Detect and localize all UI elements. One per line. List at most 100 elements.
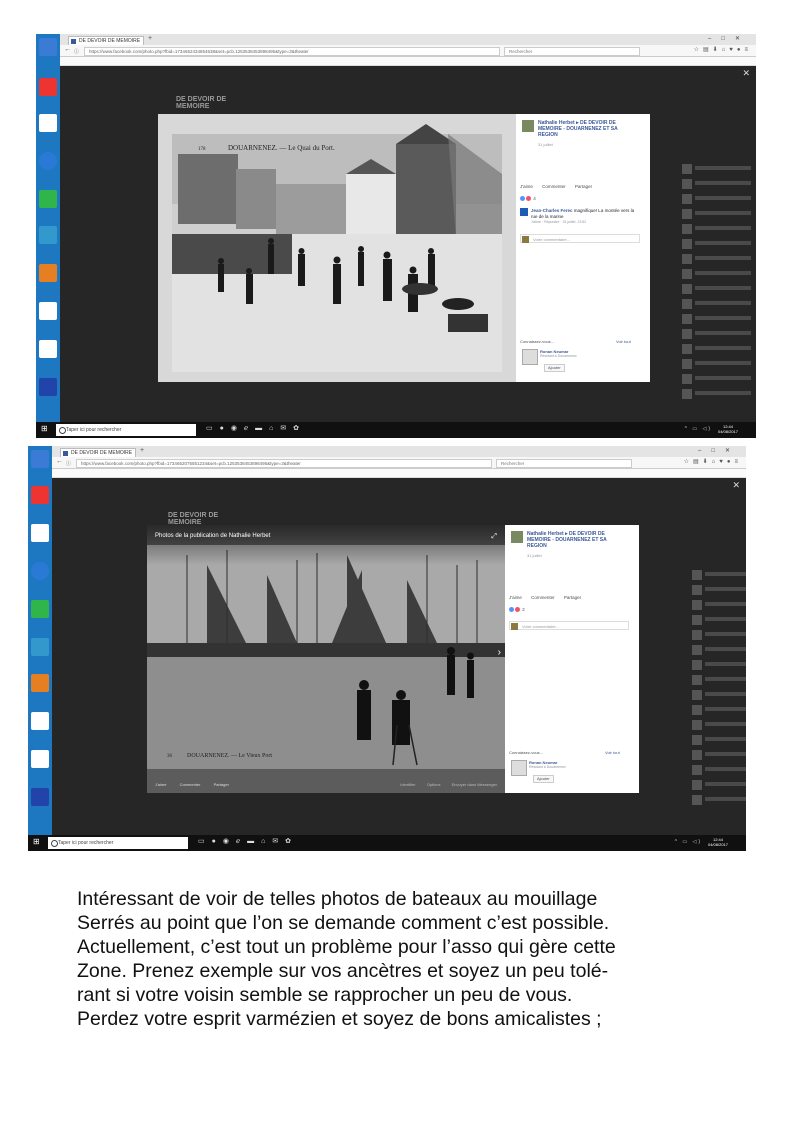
browser-tab[interactable]: DE DEVOIR DE MEMOIRE xyxy=(68,36,144,45)
system-tray[interactable]: ^ ▭ ◁) xyxy=(685,426,712,432)
comment-button[interactable]: Commenter xyxy=(542,184,566,189)
avatar[interactable] xyxy=(511,760,527,776)
chat-contact[interactable] xyxy=(692,568,746,582)
desktop-app-icon[interactable] xyxy=(39,38,57,56)
chat-contact[interactable] xyxy=(682,357,752,371)
post-date[interactable]: 31 juillet xyxy=(527,553,542,558)
chat-contact[interactable] xyxy=(692,688,746,702)
options-button[interactable]: Options xyxy=(427,782,441,787)
comment-button[interactable]: Commenter xyxy=(531,595,555,600)
desktop-app-icon[interactable] xyxy=(31,486,49,504)
chat-contact[interactable] xyxy=(692,613,746,627)
taskbar-search-input[interactable]: Taper ici pour rechercher xyxy=(48,837,188,849)
comment-input[interactable]: Votre commentaire... xyxy=(520,234,640,243)
expand-icon[interactable]: ⤢ xyxy=(491,533,497,541)
chat-contact[interactable] xyxy=(692,763,746,777)
chat-contact[interactable] xyxy=(682,222,752,236)
info-icon[interactable]: ⓘ xyxy=(74,48,79,55)
share-button[interactable]: Partager xyxy=(575,184,592,189)
windows-start-icon[interactable]: ⊞ xyxy=(41,425,49,433)
clock[interactable]: 12:44 04/08/2017 xyxy=(718,424,738,434)
desktop-app-icon[interactable] xyxy=(39,226,57,244)
photo-vieux-port[interactable]: DOUARNENEZ. — Le Vieux Port 36 Photos de… xyxy=(147,525,505,793)
taskbar-app-icons[interactable]: ▭●◉ℯ▬⌂✉✿ xyxy=(198,837,298,845)
desktop-app-icon[interactable] xyxy=(31,788,49,806)
window-controls[interactable]: ‒□✕ xyxy=(708,35,750,42)
avatar[interactable] xyxy=(511,531,523,543)
help-icon[interactable] xyxy=(31,562,49,580)
chat-contact[interactable] xyxy=(682,327,752,341)
like-button[interactable]: J'aime xyxy=(509,595,522,600)
chat-contact[interactable] xyxy=(682,177,752,191)
toolbar-icons[interactable]: ☆▤⬇⌂♥●≡ xyxy=(684,458,742,465)
see-all-link[interactable]: Voir tout xyxy=(605,750,620,755)
avatar[interactable] xyxy=(520,208,528,216)
url-input[interactable]: https://www.facebook.com/photo.php?fbid=… xyxy=(84,47,500,56)
chat-contact[interactable] xyxy=(682,252,752,266)
desktop-app-icon[interactable] xyxy=(39,78,57,96)
add-friend-button[interactable]: Ajouter xyxy=(533,775,554,783)
chat-contact[interactable] xyxy=(682,267,752,281)
like-button[interactable]: J'aime xyxy=(520,184,533,189)
url-input[interactable]: https://www.facebook.com/photo.php?fbid=… xyxy=(76,459,492,468)
new-tab-button[interactable]: + xyxy=(148,35,152,42)
next-arrow-icon[interactable]: › xyxy=(498,647,501,658)
photo-share-button[interactable]: Partager xyxy=(214,782,229,787)
help-icon[interactable] xyxy=(39,152,57,170)
desktop-app-icon[interactable] xyxy=(39,378,57,396)
taskbar-search-input[interactable]: Taper ici pour rechercher xyxy=(56,424,196,436)
share-button[interactable]: Partager xyxy=(564,595,581,600)
chat-contact[interactable] xyxy=(682,282,752,296)
chat-contact[interactable] xyxy=(692,658,746,672)
chat-contact[interactable] xyxy=(682,342,752,356)
back-icon[interactable]: ← xyxy=(64,46,71,53)
comment-meta[interactable]: J'aime · Répondre · 31 juillet, 13:52 xyxy=(531,220,641,226)
post-date[interactable]: 31 juillet xyxy=(538,142,553,147)
chat-contact[interactable] xyxy=(692,778,746,792)
desktop-app-icon[interactable] xyxy=(31,450,49,468)
avatar[interactable] xyxy=(522,349,538,365)
browser-tab[interactable]: DE DEVOIR DE MEMOIRE xyxy=(60,448,136,457)
chat-contact[interactable] xyxy=(692,583,746,597)
taskbar-app-icons[interactable]: ▭●◉ℯ▬⌂✉✿ xyxy=(206,424,306,432)
chat-contact[interactable] xyxy=(692,628,746,642)
chat-contact[interactable] xyxy=(692,733,746,747)
desktop-app-icon[interactable] xyxy=(31,638,49,656)
close-icon[interactable]: ✕ xyxy=(732,480,740,491)
chat-contact[interactable] xyxy=(692,718,746,732)
chat-contact[interactable] xyxy=(682,237,752,251)
send-messenger-button[interactable]: Envoyer dans Messenger xyxy=(452,782,497,787)
close-icon[interactable]: ✕ xyxy=(742,68,750,79)
comment-author[interactable]: Jean-Charles Ferec xyxy=(531,208,573,213)
chat-contact[interactable] xyxy=(692,598,746,612)
desktop-app-icon[interactable] xyxy=(31,674,49,692)
new-tab-button[interactable]: + xyxy=(140,447,144,454)
search-input[interactable]: Rechercher xyxy=(496,459,632,468)
chat-contact[interactable] xyxy=(682,297,752,311)
chat-contact[interactable] xyxy=(692,793,746,807)
desktop-app-icon[interactable] xyxy=(39,264,57,282)
clock[interactable]: 12:44 04/08/2017 xyxy=(708,837,728,847)
document-icon[interactable] xyxy=(31,524,49,542)
comment-input[interactable]: Votre commentaire... xyxy=(509,621,629,630)
chat-contact[interactable] xyxy=(692,748,746,762)
windows-start-icon[interactable]: ⊞ xyxy=(33,838,41,846)
photo-like-button[interactable]: J'aime xyxy=(155,782,166,787)
drawing-icon[interactable] xyxy=(39,302,57,320)
chat-contact[interactable] xyxy=(682,372,752,386)
chat-contact[interactable] xyxy=(692,643,746,657)
chat-contact[interactable] xyxy=(682,387,752,401)
chat-contact[interactable] xyxy=(692,673,746,687)
chat-contact[interactable] xyxy=(682,162,752,176)
tag-button[interactable]: Identifier xyxy=(400,782,415,787)
drawing-icon[interactable] xyxy=(31,712,49,730)
shield-icon[interactable] xyxy=(31,600,49,618)
back-icon[interactable]: ← xyxy=(56,458,63,465)
add-friend-button[interactable]: Ajouter xyxy=(544,364,565,372)
toolbar-icons[interactable]: ☆▤⬇⌂♥●≡ xyxy=(694,46,752,53)
window-controls[interactable]: ‒□✕ xyxy=(698,447,740,454)
chat-contact[interactable] xyxy=(682,312,752,326)
chat-contact[interactable] xyxy=(692,703,746,717)
reactions[interactable]: 2 xyxy=(509,607,525,613)
avatar[interactable] xyxy=(522,120,534,132)
